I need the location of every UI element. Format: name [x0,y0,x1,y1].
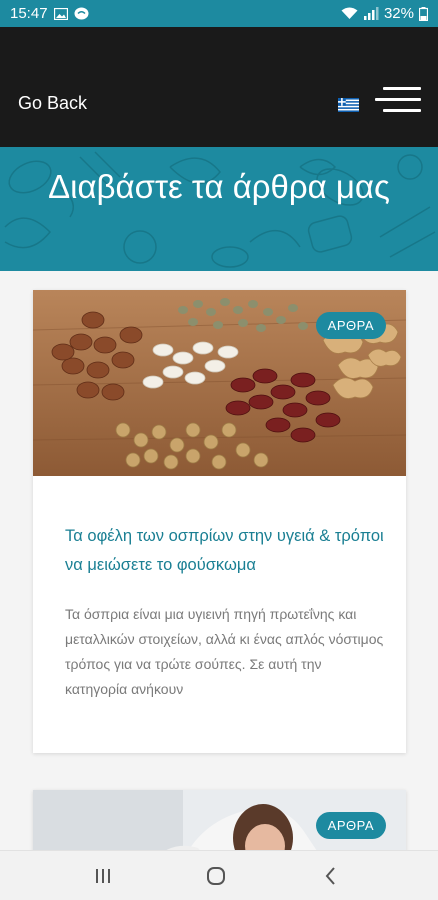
go-back-link[interactable]: Go Back [18,93,87,114]
article-title[interactable]: Τα οφέλη των οσπρίων στην υγειά & τρόποι… [65,522,385,580]
article-card[interactable]: ΑΡΘΡΑ Τα οφέλη των οσπρίων στην υγειά & … [33,290,406,753]
wifi-icon [341,7,358,19]
greek-flag-icon[interactable] [338,98,359,112]
gallery-icon [53,7,68,20]
battery-percentage: 32% [383,5,414,22]
recent-apps-icon[interactable] [90,863,116,889]
category-badge[interactable]: ΑΡΘΡΑ [315,312,386,339]
battery-charging-icon [419,6,428,21]
category-badge[interactable]: ΑΡΘΡΑ [315,812,386,839]
status-bar: 15:47 32% [0,0,438,27]
hamburger-menu-icon[interactable] [375,87,421,113]
page-title: Διαβάστε τα άρθρα μας [48,168,390,205]
home-icon[interactable] [203,863,229,889]
app-notification-icon [74,7,89,20]
hero-banner: Διαβάστε τα άρθρα μας [0,147,438,271]
system-navigation-bar [0,850,438,900]
article-excerpt: Τα όσπρια είναι μια υγιεινή πηγή πρωτεΐν… [65,606,384,697]
signal-icon [363,7,379,20]
status-time: 15:47 [10,5,48,22]
app-header: Go Back [0,27,438,147]
food-pattern-background [4,151,436,268]
back-icon[interactable] [318,863,344,889]
